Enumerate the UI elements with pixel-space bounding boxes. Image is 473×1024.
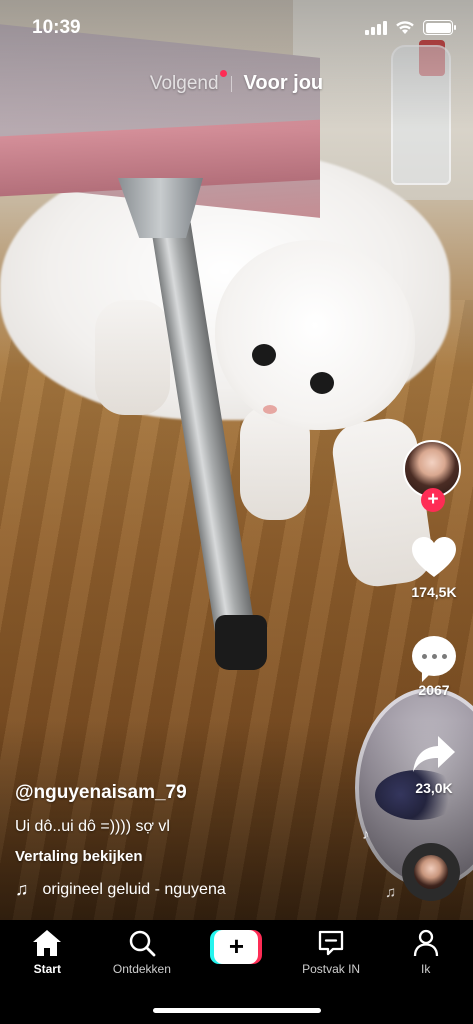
nav-inbox[interactable]: Postvak IN (286, 928, 376, 976)
nav-discover[interactable]: Ontdekken (97, 928, 187, 976)
video-frame-cat-leg (95, 300, 170, 415)
home-indicator[interactable] (153, 1008, 321, 1013)
sound-disc-avatar (414, 855, 448, 889)
like-count: 174,5K (411, 584, 457, 600)
video-description: Ui dô..ui dô =)))) sợ vl (15, 818, 170, 835)
floating-music-note-icon: ♫ (385, 884, 397, 901)
follow-button[interactable]: + (421, 488, 445, 512)
battery-level (425, 22, 451, 33)
video-frame-cat-eye (310, 372, 334, 394)
tab-for-you[interactable]: Voor jou (244, 72, 324, 95)
share-arrow-icon[interactable] (411, 734, 457, 774)
video-caption: @nguyenaisam_79 Ui dô..ui dô =)))) sợ vl… (15, 782, 385, 900)
nav-home-label: Start (33, 962, 61, 976)
comment-icon[interactable] (412, 636, 456, 682)
status-bar: 10:39 (0, 0, 473, 58)
see-translation-link[interactable]: Vertaling bekijken (15, 848, 385, 865)
heart-icon[interactable] (411, 536, 457, 578)
music-note-icon: ♫ (15, 879, 29, 899)
tab-divider (230, 75, 232, 92)
tab-for-you-label: Voor jou (243, 72, 324, 94)
share-button[interactable]: 23,0K (403, 734, 465, 796)
video-frame-leg-foot (215, 615, 267, 670)
status-time: 10:39 (32, 17, 81, 38)
search-icon (129, 930, 156, 957)
video-frame-cat-nose (263, 405, 277, 414)
sound-title: origineel geluid - nguyena (42, 880, 226, 898)
video-frame-cat-eye (252, 344, 276, 366)
cellular-signal-icon (365, 20, 387, 35)
nav-create[interactable]: + (191, 928, 281, 964)
creator-avatar-button[interactable]: + (403, 440, 465, 512)
notification-dot (219, 69, 227, 77)
comment-button[interactable]: 2067 (403, 636, 465, 698)
nav-discover-label: Ontdekken (112, 962, 171, 976)
battery-icon (423, 20, 456, 35)
wifi-icon (396, 21, 414, 34)
create-plus-icon[interactable]: + (210, 930, 263, 964)
sound-link[interactable]: ♫ origineel geluid - nguyena (15, 879, 275, 900)
creator-username[interactable]: @nguyenaisam_79 (15, 782, 385, 804)
video-frame-cat-head (215, 240, 415, 430)
nav-profile[interactable]: Ik (381, 928, 471, 976)
floating-music-note-icon: ♪ (362, 826, 370, 843)
status-icons (365, 20, 456, 35)
tab-following-label: Volgend (149, 72, 219, 94)
inbox-icon (318, 930, 344, 956)
tab-following[interactable]: Volgend (149, 69, 227, 95)
feed-tabs: Volgend Voor jou (0, 69, 473, 95)
nav-inbox-label: Postvak IN (302, 962, 361, 976)
like-button[interactable]: 174,5K (403, 536, 465, 600)
home-icon (33, 930, 62, 956)
nav-profile-label: Ik (421, 962, 431, 976)
nav-home[interactable]: Start (2, 928, 92, 976)
profile-icon (413, 929, 438, 957)
share-count: 23,0K (415, 780, 453, 796)
bottom-nav: Start Ontdekken + Postvak IN Ik (0, 920, 473, 1024)
comment-count: 2067 (418, 682, 450, 698)
sound-disc-button[interactable] (402, 843, 460, 901)
